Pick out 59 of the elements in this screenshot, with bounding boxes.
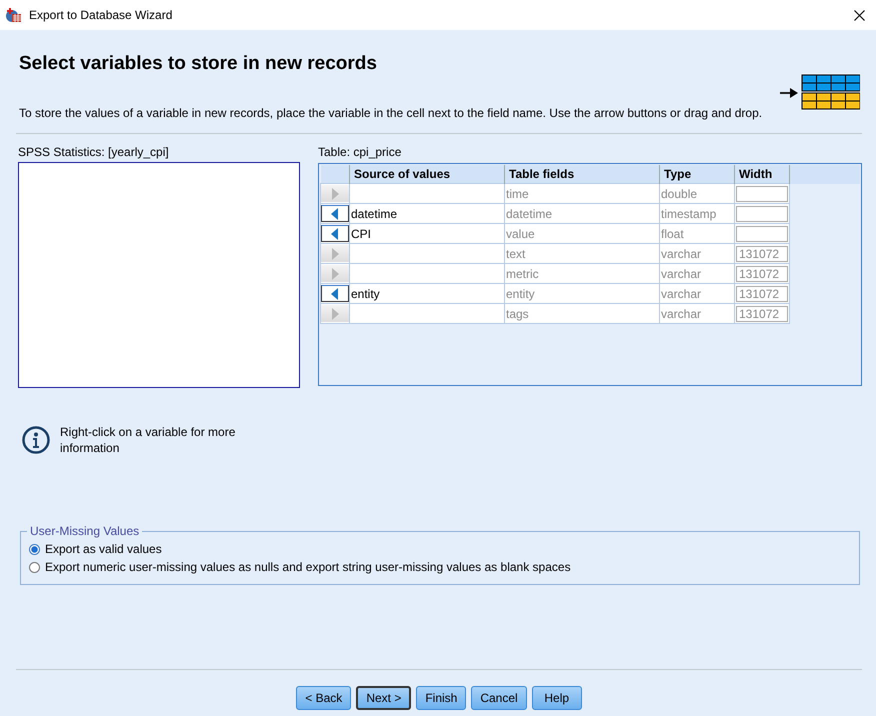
right-arrow-icon — [331, 268, 339, 280]
left-arrow-icon — [331, 228, 339, 240]
table-cell: varchar — [660, 244, 734, 264]
page-heading: Select variables to store in new records — [19, 53, 377, 75]
app-icon — [6, 7, 22, 23]
table-cell: varchar — [660, 284, 734, 304]
table-cell[interactable]: CPI — [350, 224, 504, 244]
source-list-label: SPSS Statistics: [yearly_cpi] — [18, 145, 170, 161]
wizard-button[interactable]: Finish — [416, 686, 466, 710]
move-button[interactable] — [321, 205, 349, 222]
column-header[interactable]: Width — [734, 165, 790, 184]
table-cell: time — [504, 184, 660, 204]
table-cell[interactable] — [350, 184, 504, 204]
move-button[interactable] — [321, 225, 349, 242]
wizard-button[interactable]: Help — [532, 686, 582, 710]
right-arrow-icon — [331, 248, 339, 260]
wizard-button[interactable]: Cancel — [471, 686, 527, 710]
table-cell: text — [504, 244, 660, 264]
table-label: Table: cpi_price — [318, 145, 402, 161]
column-header[interactable]: Table fields — [504, 165, 660, 184]
width-field[interactable] — [736, 226, 788, 242]
table-cell: varchar — [660, 304, 734, 324]
table-cell[interactable]: entity — [350, 284, 504, 304]
column-header[interactable]: Source of values — [350, 165, 504, 184]
table-cell: metric — [504, 264, 660, 284]
header-cell — [320, 165, 350, 184]
left-arrow-icon — [331, 208, 339, 220]
right-arrow-icon — [331, 188, 339, 200]
instructions-text: To store the values of a variable in new records, place the variable in the cell next to the field name. Use the arrow buttons or drag and drop. — [19, 106, 764, 120]
left-arrow-icon — [331, 288, 339, 300]
radio-option[interactable]: Export as valid values — [29, 540, 851, 558]
table-cell: entity — [504, 284, 660, 304]
table-cell: varchar — [660, 264, 734, 284]
width-field[interactable] — [736, 206, 788, 222]
radio-button[interactable] — [29, 544, 40, 554]
table-cell[interactable]: datetime — [350, 204, 504, 224]
radio-option[interactable]: Export numeric user-missing values as nulls and export string user-missing values as blank spaces — [29, 558, 851, 576]
right-arrow-icon — [331, 308, 339, 320]
table-cell: value — [504, 224, 660, 244]
wizard-button[interactable]: < Back — [296, 686, 352, 710]
window-title: Export to Database Wizard — [29, 8, 174, 22]
table-cell: double — [660, 184, 734, 204]
radio-button[interactable] — [29, 562, 40, 572]
width-field[interactable] — [736, 186, 788, 202]
table-cell: tags — [504, 304, 660, 324]
move-button[interactable] — [321, 285, 349, 302]
wizard-button[interactable]: Next > — [356, 686, 412, 710]
table-cell[interactable] — [350, 304, 504, 324]
info-icon — [22, 426, 50, 454]
table-cell[interactable] — [350, 264, 504, 284]
table-cell[interactable] — [350, 244, 504, 264]
table-cell: datetime — [504, 204, 660, 224]
info-text: Right-click on a variable for more information — [60, 424, 236, 456]
column-header[interactable]: Type — [660, 165, 734, 184]
group-title: User-Missing Values — [29, 524, 140, 538]
table-insert-icon — [780, 74, 860, 110]
close-icon[interactable] — [854, 10, 865, 20]
table-cell: float — [660, 224, 734, 244]
table-cell: timestamp — [660, 204, 734, 224]
